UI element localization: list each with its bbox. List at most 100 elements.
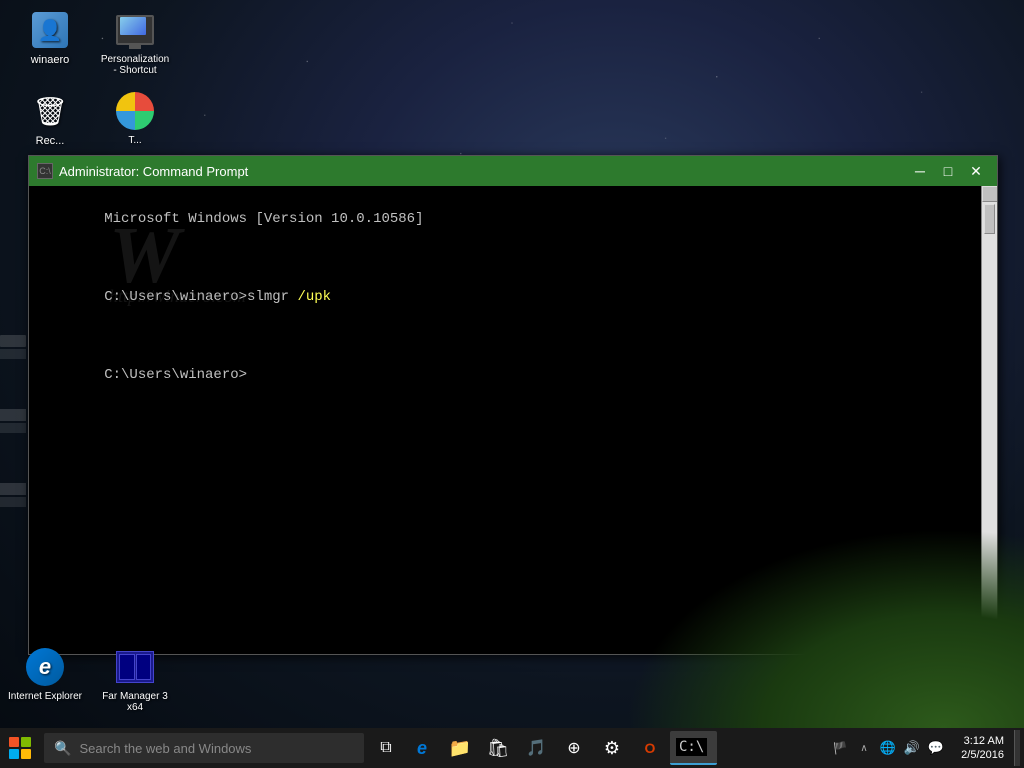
cmd-window: C:\ Administrator: Command Prompt ─ □ ✕ … (28, 155, 998, 655)
cmd-flag-text: /upk (289, 289, 331, 305)
win-logo-yellow (21, 749, 31, 759)
ie-icon-image: e (25, 647, 65, 687)
office-icon: O (645, 740, 656, 756)
taskbar-search-placeholder: Search the web and Windows (79, 741, 251, 756)
volume-icon: 🔊 (904, 740, 920, 756)
desktop-icon-far-manager[interactable]: Far Manager 3 x64 (95, 647, 175, 713)
taskbar-office-button[interactable]: O (632, 730, 668, 766)
left-icon-label-de (0, 497, 26, 507)
cmd-title-text: Administrator: Command Prompt (59, 164, 907, 179)
far-manager-icon (116, 651, 154, 683)
far-panel-left (119, 654, 135, 680)
left-icon-de (0, 483, 26, 495)
language-icon: 🏴 (833, 741, 848, 755)
left-icon-d (0, 409, 26, 421)
file-explorer-icon: 📁 (449, 738, 471, 759)
taskbar-clock[interactable]: 3:12 AM 2/5/2016 (950, 734, 1010, 763)
settings-icon: ⚙ (604, 738, 620, 759)
cmd-taskbar-icon: C:\ (676, 738, 707, 756)
cmd-line-blank2 (37, 327, 989, 347)
bottom-desktop-icons: e Internet Explorer Far Manager 3 x64 (5, 647, 175, 723)
systray-expand-button[interactable]: ∧ (854, 730, 874, 766)
cmd-line-prompt2: C:\Users\winaero> (37, 347, 989, 406)
clock-time: 3:12 AM (964, 734, 1004, 748)
cmd-icon-text: C:\ (39, 166, 51, 176)
recycle-bin-image: 🗑 (30, 91, 70, 131)
desktop-icon-recycle-bin[interactable]: 🗑 Rec... (10, 91, 90, 147)
scrollbar-down-arrow[interactable]: ▼ (982, 638, 997, 654)
chevron-up-icon: ∧ (860, 743, 867, 754)
cmd-minimize-button[interactable]: ─ (907, 161, 933, 181)
taskbar-search-bar[interactable]: 🔍 Search the web and Windows (44, 733, 364, 763)
task-view-icon: ⧉ (380, 739, 391, 757)
taskbar-cmd-window-button[interactable]: C:\ (670, 731, 717, 765)
desktop-icon-winaero[interactable]: 👤 winaero (10, 10, 90, 76)
desktop-icons-row-1: 👤 winaero Personalization - Shortcut (10, 10, 175, 86)
systray-action-center-button[interactable]: 💬 (926, 730, 946, 766)
action-center-icon: 💬 (928, 740, 944, 756)
taskbar-edge-button[interactable]: e (404, 730, 440, 766)
edge-icon: e (417, 738, 427, 759)
cmd-titlebar[interactable]: C:\ Administrator: Command Prompt ─ □ ✕ (29, 156, 997, 186)
cmd-close-button[interactable]: ✕ (963, 161, 989, 181)
desktop-icon-winxp[interactable]: T... (95, 91, 175, 147)
left-icon-n (0, 335, 26, 347)
systray-volume-button[interactable]: 🔊 (902, 730, 922, 766)
winaero-icon-image: 👤 (30, 10, 70, 50)
far-panel-right (136, 654, 152, 680)
scrollbar-thumb[interactable] (984, 204, 995, 234)
desktop-icon-personalization[interactable]: Personalization - Shortcut (95, 10, 175, 76)
desktop: 👤 winaero Personalization - Shortcut (0, 0, 1024, 768)
windows-logo (9, 737, 31, 759)
ie-label: Internet Explorer (8, 691, 82, 702)
recycle-bin-icon: 🗑 (32, 92, 68, 130)
taskbar-settings-button[interactable]: ⚙ (594, 730, 630, 766)
win-logo-red (9, 737, 19, 747)
cmd-command-text: slmgr (247, 289, 289, 305)
desktop-icons-area: 👤 winaero Personalization - Shortcut (0, 0, 185, 172)
cmd-prompt-1: C:\Users\winaero> (104, 289, 247, 305)
win-logo-green (21, 737, 31, 747)
taskbar-file-explorer-button[interactable]: 📁 (442, 730, 478, 766)
taskbar-media-button[interactable]: 🎵 (518, 730, 554, 766)
taskbar-show-desktop-button[interactable] (1014, 730, 1020, 766)
cmd-title-icon: C:\ (37, 163, 53, 179)
left-icon-label-n (0, 349, 26, 359)
personalization-label: Personalization - Shortcut (101, 54, 169, 76)
monitor-screen (120, 17, 146, 35)
winaero-icon-label: winaero (31, 54, 70, 66)
cmd-line-command: C:\Users\winaero>slmgr /upk (37, 268, 989, 327)
cmd-line-version: Microsoft Windows [Version 10.0.10586] (37, 190, 989, 249)
desktop-icons-row-2: 🗑 Rec... T... (10, 91, 175, 157)
taskbar-task-view-button[interactable]: ⧉ (368, 730, 404, 766)
media-icon: 🎵 (526, 738, 546, 758)
cmd-body[interactable]: Microsoft Windows [Version 10.0.10586] C… (29, 186, 997, 654)
ie-icon: e (26, 648, 64, 686)
ie-letter: e (39, 654, 51, 680)
store-icon: 🛍 (487, 738, 510, 759)
cmd-scrollbar[interactable]: ▲ ▼ (981, 186, 997, 654)
connect-icon: ⊕ (567, 738, 580, 758)
cmd-version-text: Microsoft Windows [Version 10.0.10586] (104, 211, 423, 227)
far-manager-label: Far Manager 3 x64 (95, 691, 175, 713)
clock-date: 2/5/2016 (961, 748, 1004, 762)
far-manager-icon-image (115, 647, 155, 687)
taskbar: 🔍 Search the web and Windows ⧉ e 📁 🛍 🎵 (0, 728, 1024, 768)
cmd-controls: ─ □ ✕ (907, 161, 989, 181)
cmd-line-blank1 (37, 249, 989, 269)
taskbar-pinned-apps: e 📁 🛍 🎵 ⊕ ⚙ O (404, 730, 717, 766)
desktop-icon-ie[interactable]: e Internet Explorer (5, 647, 85, 713)
scrollbar-track[interactable] (982, 202, 997, 638)
left-icon-label-d (0, 423, 26, 433)
recycle-bin-label: Rec... (36, 135, 65, 147)
taskbar-start-button[interactable] (0, 728, 40, 768)
cmd-maximize-button[interactable]: □ (935, 161, 961, 181)
winxp-icon-image (115, 91, 155, 131)
winxp-icon (116, 92, 154, 130)
taskbar-store-button[interactable]: 🛍 (480, 730, 516, 766)
systray-language-button[interactable]: 🏴 (830, 730, 850, 766)
network-icon: 🌐 (880, 740, 896, 756)
taskbar-connect-button[interactable]: ⊕ (556, 730, 592, 766)
scrollbar-up-arrow[interactable]: ▲ (982, 186, 997, 202)
systray-network-button[interactable]: 🌐 (878, 730, 898, 766)
